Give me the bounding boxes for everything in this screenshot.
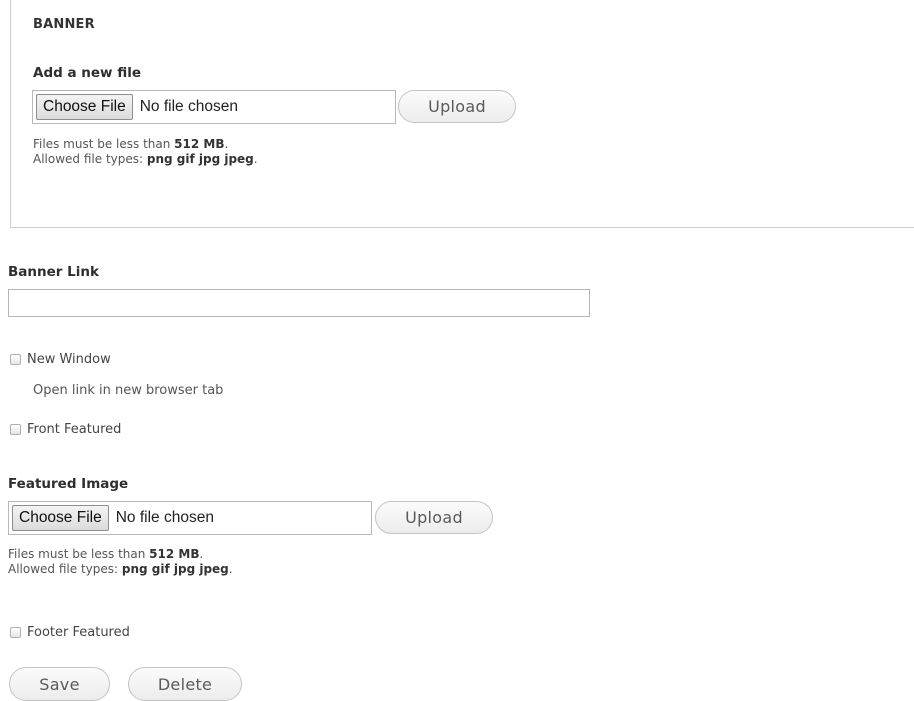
- new-window-label[interactable]: New Window: [27, 352, 111, 367]
- footer-featured-row[interactable]: Footer Featured: [10, 625, 130, 640]
- banner-choose-file-button[interactable]: Choose File: [36, 94, 133, 120]
- front-featured-checkbox[interactable]: [10, 424, 21, 435]
- add-new-file-label: Add a new file: [33, 65, 142, 81]
- footer-featured-label[interactable]: Footer Featured: [27, 625, 130, 640]
- footer-featured-checkbox[interactable]: [10, 627, 21, 638]
- banner-allowed-types: Allowed file types: png gif jpg jpeg.: [33, 152, 258, 166]
- banner-upload-button[interactable]: Upload: [398, 90, 516, 123]
- featured-size-limit: Files must be less than 512 MB.: [8, 547, 204, 561]
- banner-link-label: Banner Link: [8, 264, 99, 280]
- featured-file-description: Files must be less than 512 MB. Allowed …: [8, 547, 233, 577]
- new-window-checkbox[interactable]: [10, 354, 21, 365]
- featured-upload-button[interactable]: Upload: [375, 501, 493, 534]
- front-featured-row[interactable]: Front Featured: [10, 422, 121, 437]
- front-featured-label[interactable]: Front Featured: [27, 422, 121, 437]
- featured-image-file-input[interactable]: Choose File No file chosen: [8, 501, 372, 535]
- banner-file-input[interactable]: Choose File No file chosen: [32, 90, 396, 124]
- featured-no-file-text: No file chosen: [115, 509, 214, 526]
- delete-button[interactable]: Delete: [128, 667, 242, 701]
- banner-file-description: Files must be less than 512 MB. Allowed …: [33, 137, 258, 167]
- new-window-row[interactable]: New Window: [10, 352, 111, 367]
- banner-no-file-text: No file chosen: [139, 98, 238, 115]
- featured-image-label: Featured Image: [8, 476, 129, 492]
- banner-size-limit: Files must be less than 512 MB.: [33, 137, 229, 151]
- banner-legend: BANNER: [33, 17, 95, 32]
- featured-choose-file-button[interactable]: Choose File: [12, 505, 109, 531]
- banner-link-input[interactable]: [8, 289, 590, 317]
- featured-allowed-types: Allowed file types: png gif jpg jpeg.: [8, 562, 233, 576]
- new-window-help: Open link in new browser tab: [33, 383, 224, 398]
- save-button[interactable]: Save: [9, 667, 110, 701]
